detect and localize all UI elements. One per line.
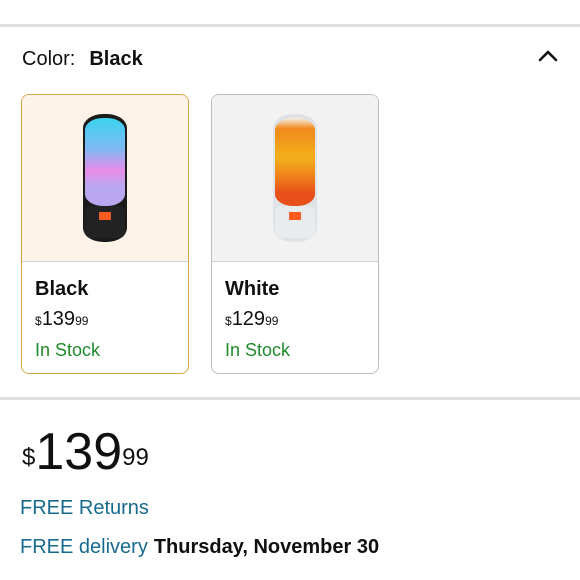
price-whole: 129 xyxy=(231,308,266,330)
delivery-date: Thursday, November 30 xyxy=(153,536,380,558)
color-swatches: Black $13999 In Stock White $12999 In St… xyxy=(21,94,379,374)
price-whole: 139 xyxy=(35,423,123,481)
stock-status: In Stock xyxy=(225,340,291,360)
price-cents: 99 xyxy=(122,444,149,471)
section-divider xyxy=(0,397,580,400)
swatch-name: White xyxy=(225,278,280,300)
price-cents: 99 xyxy=(265,314,279,328)
currency-symbol: $ xyxy=(225,314,232,328)
free-returns-link[interactable]: FREE Returns xyxy=(20,497,149,520)
free-delivery-link[interactable]: FREE delivery xyxy=(20,536,148,558)
swatch-price: $13999 xyxy=(35,306,175,332)
stock-status: In Stock xyxy=(35,340,101,360)
color-selector-header: Color: Black xyxy=(22,44,558,74)
top-divider xyxy=(0,24,580,27)
swatch-price: $12999 xyxy=(225,306,365,332)
swatch-white[interactable]: White $12999 In Stock xyxy=(211,94,379,374)
product-image-white xyxy=(212,95,378,262)
price-whole: 139 xyxy=(41,308,76,330)
color-label: Color: xyxy=(22,47,76,70)
product-image-black xyxy=(22,95,188,262)
chevron-up-icon[interactable] xyxy=(536,44,560,68)
swatch-black[interactable]: Black $13999 In Stock xyxy=(21,94,189,374)
selected-color-value: Black xyxy=(89,47,143,70)
delivery-info: FREE delivery Thursday, November 30 xyxy=(20,536,379,559)
currency-symbol: $ xyxy=(35,314,42,328)
speaker-black-image xyxy=(83,114,127,242)
speaker-white-image xyxy=(273,114,317,242)
swatch-name: Black xyxy=(35,278,89,300)
currency-symbol: $ xyxy=(22,444,36,471)
price-cents: 99 xyxy=(75,314,89,328)
product-price: $13999 xyxy=(22,424,149,484)
